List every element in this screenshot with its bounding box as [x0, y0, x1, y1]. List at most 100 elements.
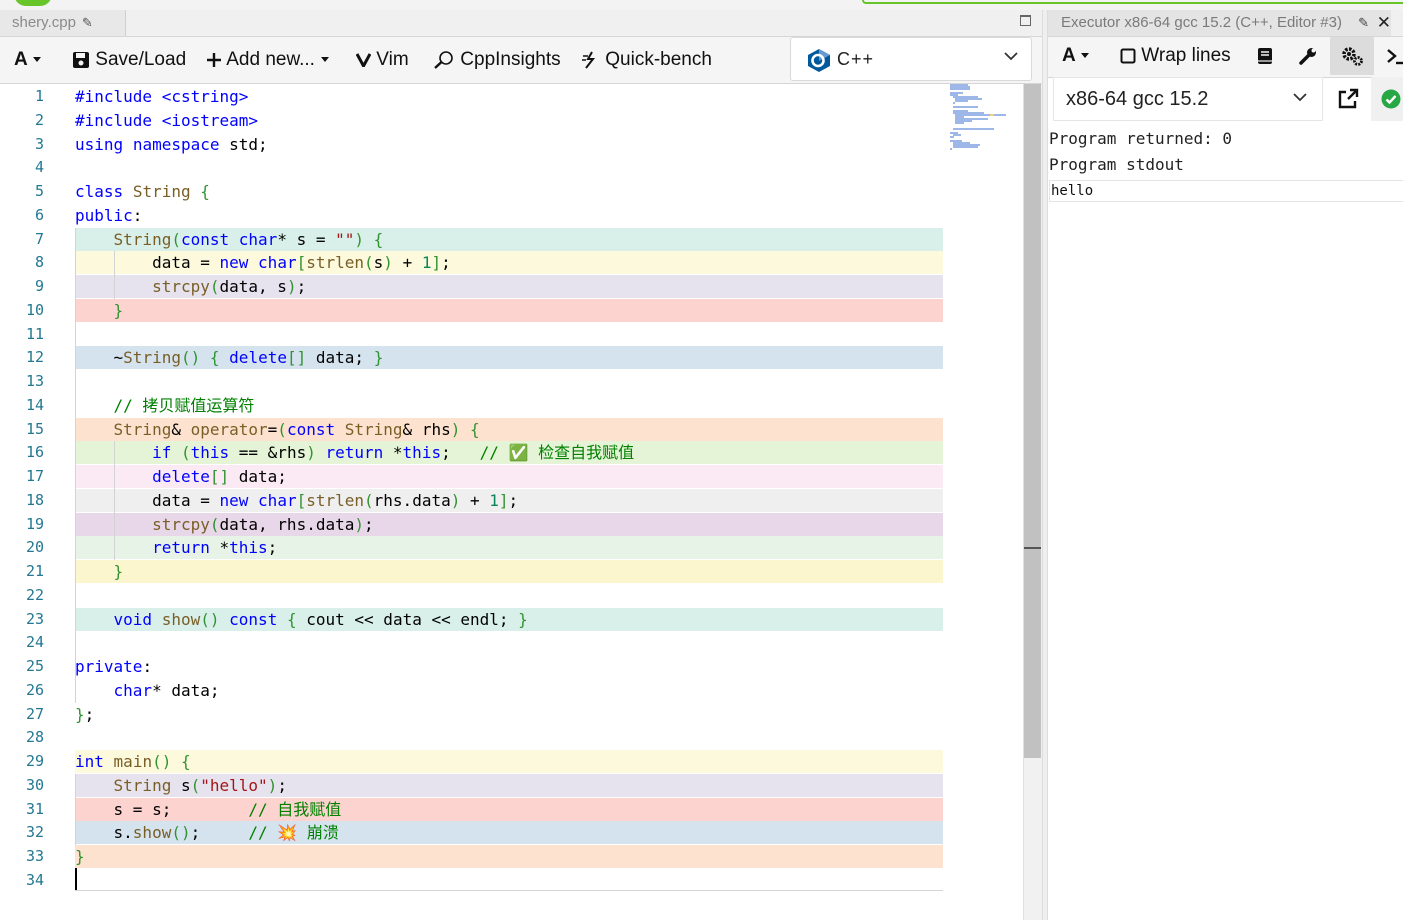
- code-line: delete[] data;: [75, 465, 943, 488]
- line-number: 29: [25, 752, 44, 770]
- success-check-icon: [1381, 89, 1401, 109]
- execution-settings-button[interactable]: [1330, 37, 1374, 75]
- code-line: data = new char[strlen(s) + 1];: [75, 251, 943, 275]
- line-number: 27: [25, 704, 44, 723]
- program-returned: Program returned: 0: [1049, 129, 1233, 148]
- line-number: 8: [34, 253, 44, 272]
- editor-tab-title: shery.cpp: [12, 14, 76, 31]
- code-line: }: [75, 845, 943, 868]
- code-line: int main() {: [75, 750, 943, 773]
- line-number: 30: [25, 775, 44, 794]
- font-icon: A: [1062, 45, 1076, 66]
- line-number: 10: [25, 300, 44, 319]
- caret-down-icon: [33, 56, 42, 62]
- line-number: 1: [34, 87, 44, 105]
- line-number: 11: [25, 324, 44, 343]
- indent-guide: [75, 773, 76, 845]
- quickbench-button[interactable]: Quick-bench: [580, 37, 712, 83]
- code-line: strcpy(data, rhs.data);: [75, 512, 943, 536]
- font-size-button[interactable]: A: [14, 37, 42, 83]
- executor-font-size-button[interactable]: A: [1062, 37, 1090, 75]
- line-number: 12: [25, 348, 44, 367]
- code-line: private:: [75, 657, 153, 676]
- caret-down-icon: [321, 56, 330, 62]
- add-new-button[interactable]: Add new...: [206, 37, 330, 83]
- wrench-icon: [1299, 47, 1316, 65]
- editor-scroll-thumb[interactable]: [1024, 84, 1041, 758]
- indent-guide: [114, 251, 115, 299]
- code-line: using namespace std;: [75, 134, 268, 154]
- line-number: 28: [25, 728, 44, 747]
- line-number: 13: [25, 372, 44, 390]
- line-number: 25: [25, 657, 44, 675]
- line-number: 6: [34, 205, 44, 224]
- scroll-position-marker: [1024, 547, 1041, 549]
- vim-icon: [355, 53, 372, 70]
- editor-tab-bar: shery.cpp ✎: [0, 10, 1042, 37]
- code-line: data = new char[strlen(rhs.data) + 1];: [75, 488, 943, 512]
- compiler-options-button[interactable]: [1298, 37, 1318, 75]
- pencil-icon[interactable]: ✎: [1358, 10, 1369, 36]
- line-number: 3: [34, 134, 44, 153]
- chevron-down-icon: [1293, 93, 1307, 102]
- code-line: String(const char* s = "") {: [75, 227, 943, 251]
- caret-down-icon: [1081, 52, 1090, 58]
- code-line: s.show(); // 💥 崩溃: [75, 821, 943, 845]
- line-number: 24: [25, 633, 44, 652]
- wrap-lines-toggle[interactable]: Wrap lines: [1120, 37, 1231, 75]
- save-icon: [73, 51, 89, 68]
- open-in-new-icon[interactable]: [1337, 88, 1359, 110]
- line-number: 23: [25, 609, 44, 628]
- quickbench-icon: [582, 51, 596, 69]
- line-number: 19: [25, 514, 44, 533]
- cppinsights-icon: [434, 51, 453, 69]
- line-number: 16: [25, 443, 44, 462]
- code-line: }: [75, 298, 943, 322]
- cppinsights-label: CppInsights: [460, 49, 561, 70]
- pane-splitter[interactable]: [1042, 10, 1048, 920]
- cppinsights-button[interactable]: CppInsights: [433, 37, 561, 83]
- libraries-button[interactable]: [1256, 37, 1274, 75]
- executor-tab-title: Executor x86-64 gcc 15.2 (C++, Editor #3…: [1061, 14, 1342, 31]
- close-icon[interactable]: ✕: [1377, 10, 1391, 36]
- end-of-document-rule: [75, 890, 943, 891]
- vim-toggle-button[interactable]: Vim: [355, 37, 409, 83]
- executor-tab[interactable]: Executor x86-64 gcc 15.2 (C++, Editor #3…: [1048, 10, 1391, 36]
- line-number: 14: [25, 395, 44, 414]
- line-number: 20: [25, 538, 44, 557]
- maximize-icon[interactable]: [1020, 15, 1031, 26]
- text-cursor: [75, 868, 77, 890]
- executor-tab-bar: Executor x86-64 gcc 15.2 (C++, Editor #3…: [1048, 10, 1403, 37]
- save-load-button[interactable]: Save/Load: [72, 37, 186, 83]
- book-icon: [1258, 47, 1272, 64]
- terminal-button[interactable]: [1386, 37, 1403, 75]
- compiler-name: x86-64 gcc 15.2: [1066, 88, 1209, 110]
- language-select[interactable]: C++: [790, 37, 1032, 81]
- chevron-down-icon: [1004, 52, 1018, 61]
- compiler-select[interactable]: x86-64 gcc 15.2: [1053, 77, 1323, 121]
- code-line: ~String() { delete[] data; }: [75, 346, 943, 370]
- line-number: 2: [34, 110, 44, 129]
- line-number: 32: [25, 823, 44, 842]
- font-icon: A: [14, 49, 28, 70]
- plus-icon: [207, 52, 221, 67]
- pencil-icon[interactable]: ✎: [82, 15, 93, 30]
- code-line: String s("hello");: [75, 773, 943, 797]
- checkbox-icon: [1120, 48, 1136, 64]
- line-number: 26: [25, 680, 44, 699]
- line-number: 31: [25, 799, 44, 818]
- line-number: 33: [25, 847, 44, 865]
- editor-tab[interactable]: shery.cpp ✎: [0, 10, 126, 36]
- code-line: #include <iostream>: [75, 110, 259, 130]
- code-editor[interactable]: 1 2 3 4 5 6 7 8 9 10 11 12 13 14 15 16 17 18 19 20 21 22 23 24 2…: [0, 84, 1023, 920]
- code-line: void show() const { cout << data << endl…: [75, 607, 943, 631]
- code-line: class String {: [75, 182, 210, 201]
- code-minimap[interactable]: [950, 84, 1016, 154]
